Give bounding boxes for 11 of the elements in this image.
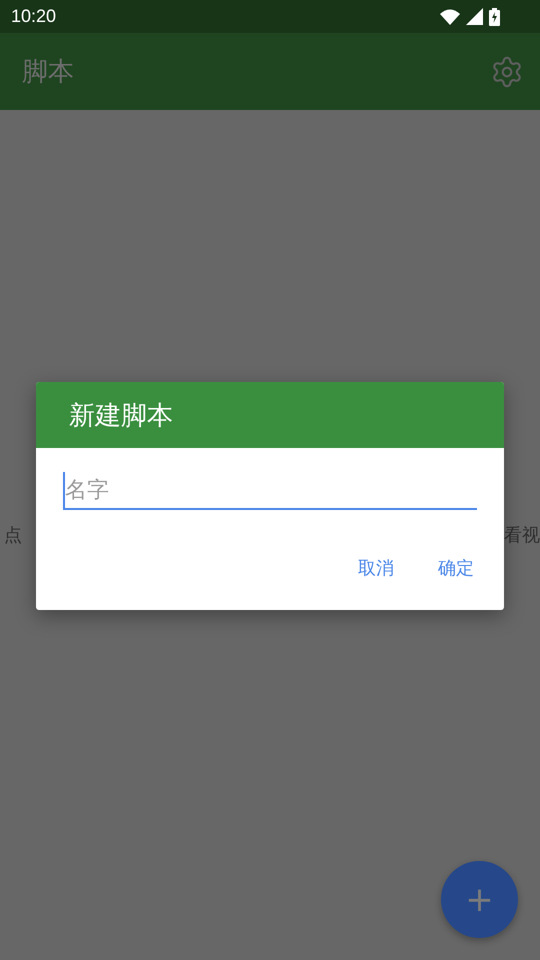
empty-hint-text: 点 [4,524,22,547]
battery-icon [489,8,500,26]
wifi-icon [440,8,460,24]
add-fab[interactable]: + [441,861,518,938]
signal-icon [466,8,483,25]
name-input-field[interactable]: 名字 [63,472,477,510]
dialog-title: 新建脚本 [69,400,173,432]
status-time: 10:20 [11,6,56,27]
confirm-button[interactable]: 确定 [428,550,484,586]
cancel-button[interactable]: 取消 [348,550,404,586]
app-title: 脚本 [22,56,74,89]
